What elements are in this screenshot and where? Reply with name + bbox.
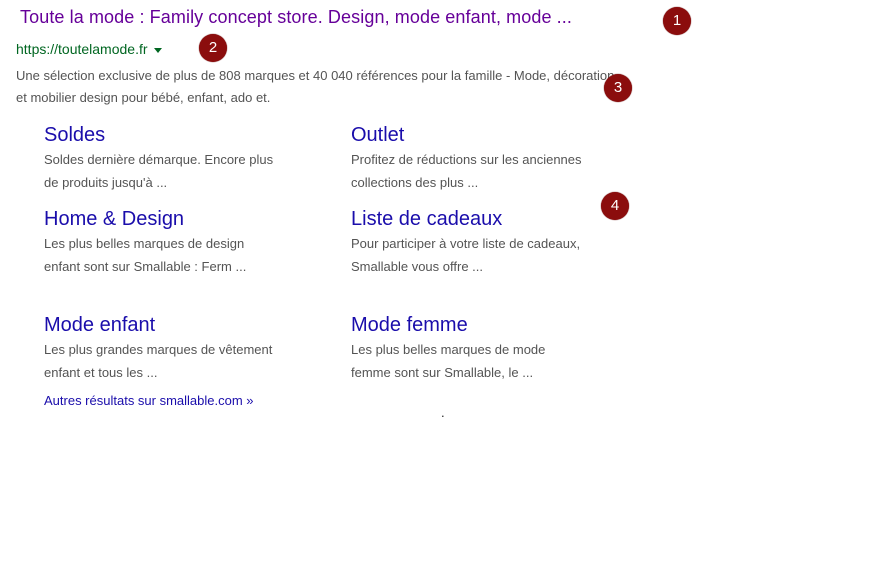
sitelink-desc: Profitez de réductions sur les anciennes…: [351, 152, 582, 190]
sitelink-title[interactable]: Soldes: [44, 122, 284, 148]
result-title-link[interactable]: Toute la mode : Family concept store. De…: [20, 7, 572, 28]
result-url[interactable]: https://toutelamode.fr: [16, 41, 148, 57]
sitelink-title[interactable]: Outlet: [351, 122, 591, 148]
result-url-row: https://toutelamode.fr: [16, 41, 162, 57]
sitelink-desc: Les plus belles marques de mode femme so…: [351, 342, 546, 380]
sitelink-home-design: Home & Design Les plus belles marques de…: [44, 206, 284, 278]
annotation-badge-2: 2: [199, 34, 227, 62]
sitelink-desc: Les plus belles marques de design enfant…: [44, 236, 247, 274]
sitelink-desc: Soldes dernière démarque. Encore plus de…: [44, 152, 274, 190]
sitelink-title[interactable]: Mode enfant: [44, 312, 284, 338]
annotation-badge-3: 3: [604, 74, 632, 102]
sitelink-outlet: Outlet Profitez de réductions sur les an…: [351, 122, 591, 194]
sitelink-title[interactable]: Home & Design: [44, 206, 284, 232]
sitelink-title[interactable]: Mode femme: [351, 312, 591, 338]
sitelink-desc: Les plus grandes marques de vêtement enf…: [44, 342, 273, 380]
annotation-badge-4: 4: [601, 192, 629, 220]
annotation-badge-1: 1: [663, 7, 691, 35]
sitelink-mode-enfant: Mode enfant Les plus grandes marques de …: [44, 312, 284, 384]
dropdown-arrow-icon[interactable]: [153, 47, 162, 53]
sitelink-desc: Pour participer à votre liste de cadeaux…: [351, 236, 581, 274]
sitelink-title[interactable]: Liste de cadeaux: [351, 206, 591, 232]
search-result-page: Toute la mode : Family concept store. De…: [0, 0, 886, 565]
stray-dot: .: [441, 405, 445, 420]
result-snippet: Une sélection exclusive de plus de 808 m…: [16, 68, 615, 105]
sitelink-liste-de-cadeaux: Liste de cadeaux Pour participer à votre…: [351, 206, 591, 278]
sitelink-soldes: Soldes Soldes dernière démarque. Encore …: [44, 122, 284, 194]
sitelink-mode-femme: Mode femme Les plus belles marques de mo…: [351, 312, 591, 384]
more-results-link[interactable]: Autres résultats sur smallable.com »: [44, 393, 254, 408]
